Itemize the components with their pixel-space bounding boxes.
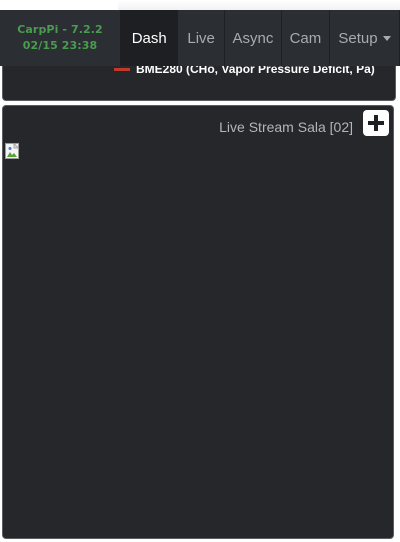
live-stream-card: Live Stream Sala [02] bbox=[2, 105, 394, 539]
plus-icon-vertical bbox=[374, 115, 378, 131]
nav-tab-live[interactable]: Live bbox=[177, 10, 224, 66]
add-button[interactable] bbox=[363, 110, 389, 136]
nav-tab-setup-label: Setup bbox=[338, 29, 378, 47]
navbar: CarpPi - 7.2.2 02/15 23:38 Dash Live Asy… bbox=[0, 10, 400, 66]
nav-tab-dash-label: Dash bbox=[131, 29, 167, 47]
nav-tab-dash[interactable]: Dash bbox=[120, 10, 178, 66]
legend-label: BME280 (CHo, Vapor Pressure Deficit, Pa) bbox=[136, 66, 375, 76]
nav-tab-live-label: Live bbox=[187, 29, 215, 47]
page: CarpPi - 7.2.2 02/15 23:38 Dash Live Asy… bbox=[0, 0, 400, 542]
nav-tab-async-label: Async bbox=[232, 29, 274, 47]
nav-tab-setup[interactable]: Setup bbox=[328, 10, 399, 66]
brand-datetime: 02/15 23:38 bbox=[22, 39, 98, 52]
nav-tab-cam-label: Cam bbox=[289, 29, 322, 47]
top-strip bbox=[0, 0, 400, 10]
brand-name-version: CarpPi - 7.2.2 bbox=[17, 23, 103, 36]
chart-card: BME280 (CHo, Vapor Pressure Deficit, Pa) bbox=[2, 66, 396, 101]
chevron-down-icon bbox=[382, 35, 391, 41]
brand[interactable]: CarpPi - 7.2.2 02/15 23:38 bbox=[0, 10, 120, 66]
legend-swatch bbox=[114, 67, 130, 71]
chart-legend-item[interactable]: BME280 (CHo, Vapor Pressure Deficit, Pa) bbox=[114, 66, 375, 76]
top-strip-shadow bbox=[118, 0, 400, 10]
live-stream-title: Live Stream Sala [02] bbox=[219, 119, 353, 135]
broken-image-icon bbox=[5, 143, 20, 159]
nav-tab-cam[interactable]: Cam bbox=[280, 10, 329, 66]
nav-tab-async[interactable]: Async bbox=[223, 10, 281, 66]
